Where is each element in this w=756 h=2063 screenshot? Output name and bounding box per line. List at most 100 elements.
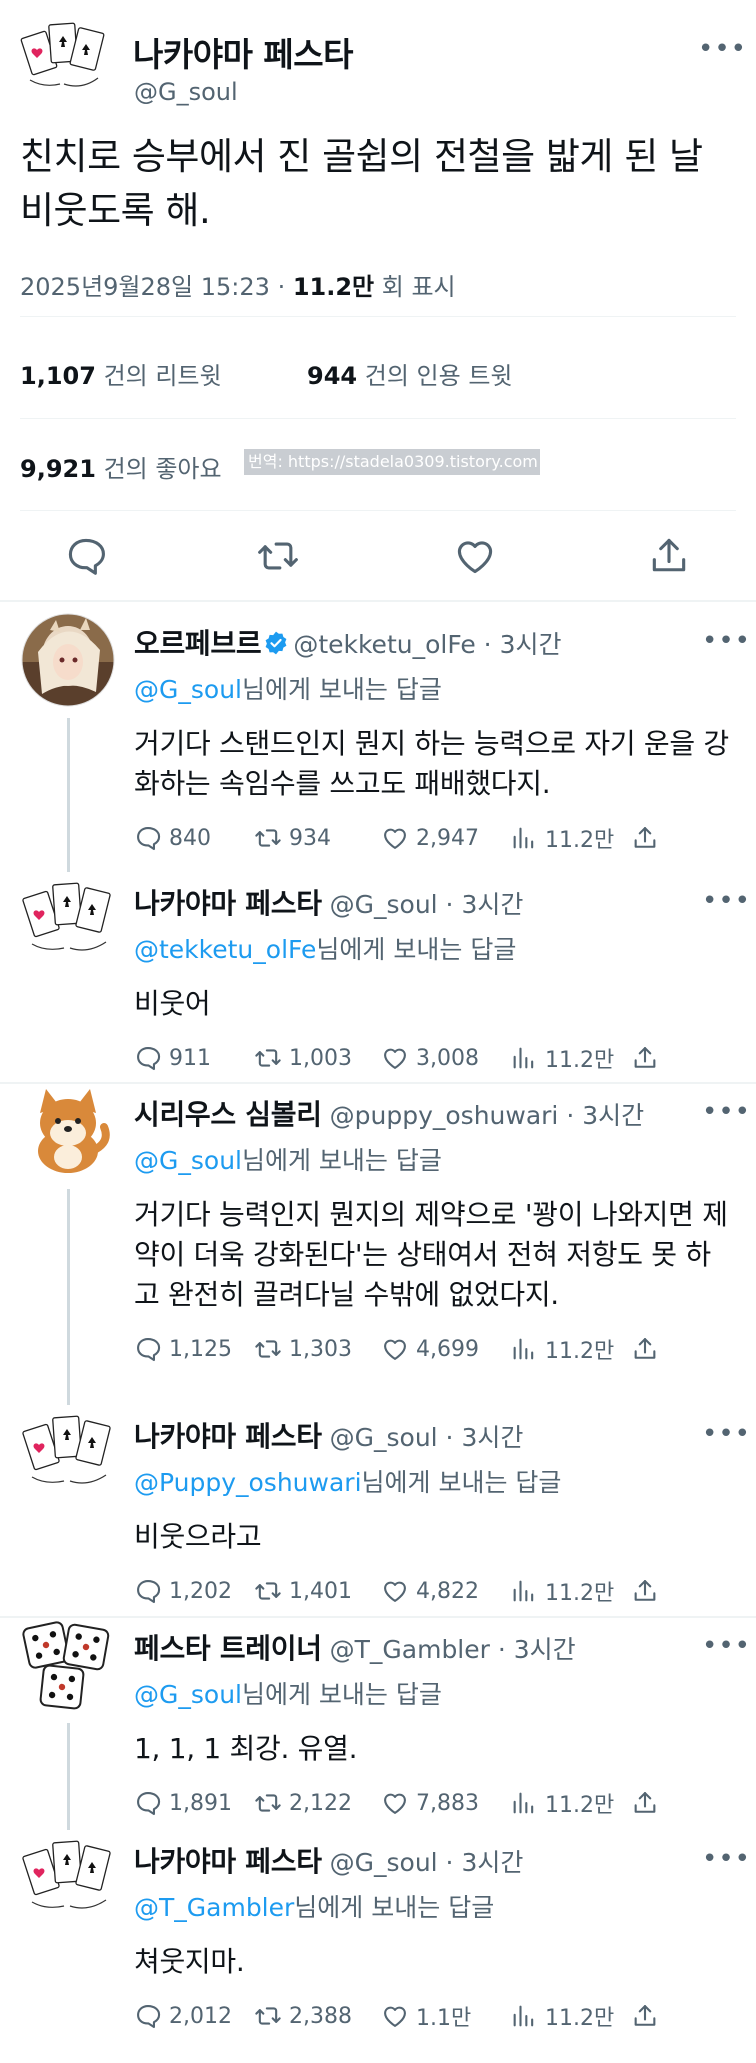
reply-author-handle[interactable]: @tekketu_olFe · 3시간 — [293, 630, 561, 659]
like-action[interactable]: 1.1만 — [381, 1996, 471, 2036]
like-stats[interactable]: 9,921 건의 좋아요 — [20, 449, 222, 484]
reply-author-name[interactable]: 나카야마 페스타 — [134, 887, 322, 920]
share-action[interactable] — [631, 1571, 666, 1611]
like-action[interactable]: 7,883 — [381, 1783, 479, 1823]
like-action[interactable]: 3,008 — [381, 1038, 479, 1078]
reply-author-name[interactable]: 페스타 트레이너 — [134, 1632, 322, 1665]
retweet-action[interactable]: 2,388 — [254, 1996, 352, 2036]
reply-action[interactable]: 840 — [134, 818, 211, 858]
like-icon[interactable] — [453, 534, 497, 578]
playing-cards-avatar[interactable] — [20, 872, 116, 968]
share-action[interactable] — [631, 1996, 666, 2036]
like-action[interactable]: 4,822 — [381, 1571, 479, 1611]
retweet-action[interactable]: 1,303 — [254, 1329, 352, 1369]
views-icon — [513, 1580, 534, 1602]
reply-author-handle[interactable]: @G_soul · 3시간 — [330, 890, 524, 919]
retweet-action[interactable]: 934 — [254, 818, 331, 858]
retweet-action[interactable]: 1,401 — [254, 1571, 352, 1611]
more-options-button[interactable]: ••• — [702, 1633, 751, 1659]
more-options-button[interactable]: ••• — [702, 628, 751, 654]
reply-action[interactable]: 911 — [134, 1038, 211, 1078]
reply-text: 거기다 능력인지 뭔지의 제약으로 '꽝이 나와지면 제약이 더욱 강화된다'는… — [134, 1198, 728, 1311]
share-action[interactable] — [631, 1329, 666, 1369]
like-count: 2,947 — [416, 825, 479, 851]
reply-author-handle[interactable]: @puppy_oshuwari · 3시간 — [330, 1101, 645, 1130]
share-icon[interactable] — [647, 534, 691, 578]
retweet-icon — [255, 829, 281, 847]
reply-icon — [137, 1338, 161, 1362]
more-options-button[interactable]: ••• — [698, 36, 747, 62]
views-count: 11.2만 — [545, 1581, 615, 1606]
more-options-button[interactable]: ••• — [702, 1846, 751, 1872]
share-action[interactable] — [631, 1038, 666, 1078]
share-icon — [634, 1792, 656, 1813]
playing-cards-avatar[interactable] — [20, 20, 108, 98]
like-count: 4,822 — [416, 1578, 479, 1604]
dice-avatar[interactable] — [20, 1617, 116, 1713]
views-action[interactable]: 11.2만 — [510, 1329, 614, 1369]
meta-separator: · — [277, 273, 293, 301]
views-action[interactable]: 11.2만 — [510, 1571, 614, 1611]
timestamp[interactable]: 2025년9월28일 15:23 — [20, 273, 270, 301]
share-action[interactable] — [631, 1783, 666, 1823]
reply-icon — [137, 827, 161, 851]
reply-action[interactable]: 1,891 — [134, 1783, 232, 1823]
section-separator — [0, 600, 756, 602]
reply-author-name[interactable]: 오르페브르 — [134, 627, 262, 660]
like-action[interactable]: 4,699 — [381, 1329, 479, 1369]
reply-action[interactable]: 1,125 — [134, 1329, 232, 1369]
mention-link[interactable]: @tekketu_olFe — [134, 935, 316, 964]
divider — [20, 510, 736, 511]
views-action[interactable]: 11.2만 — [510, 1783, 614, 1823]
reply-author-handle[interactable]: @G_soul · 3시간 — [330, 1423, 524, 1452]
mention-link[interactable]: @G_soul — [134, 1680, 242, 1709]
playing-cards-avatar[interactable] — [20, 1830, 116, 1926]
more-options-button[interactable]: ••• — [702, 888, 751, 914]
retweet-stat[interactable]: 1,107 건의 리트윗 — [20, 362, 222, 390]
reply-header: 페스타 트레이너 @T_Gambler · 3시간 — [134, 1627, 576, 1667]
author-handle[interactable]: @G_soul — [134, 78, 238, 106]
reply-context-suffix: 님에게 보내는 답글 — [294, 1893, 495, 1922]
reply-action[interactable]: 1,202 — [134, 1571, 232, 1611]
views-action[interactable]: 11.2만 — [510, 1996, 614, 2036]
views-action[interactable]: 11.2만 — [510, 1038, 614, 1078]
name-spacer — [322, 1848, 330, 1877]
views-count[interactable]: 11.2만 — [293, 273, 374, 301]
reply-icon[interactable] — [64, 534, 108, 578]
reply-author-name[interactable]: 나카야마 페스타 — [134, 1420, 322, 1453]
more-options-button[interactable]: ••• — [702, 1421, 751, 1447]
more-options-button[interactable]: ••• — [702, 1099, 751, 1125]
retweet-action[interactable]: 2,122 — [254, 1783, 352, 1823]
views-count: 11.2만 — [545, 2006, 615, 2031]
reply-author-handle[interactable]: @T_Gambler · 3시간 — [330, 1635, 576, 1664]
share-action[interactable] — [631, 818, 666, 858]
mention-link[interactable]: @G_soul — [134, 1146, 242, 1175]
like-action[interactable]: 2,947 — [381, 818, 479, 858]
mention-link[interactable]: @Puppy_oshuwari — [134, 1468, 362, 1497]
orfevre-avatar[interactable] — [20, 612, 116, 708]
retweet-icon — [255, 1049, 281, 1067]
playing-cards-avatar[interactable] — [20, 1405, 116, 1501]
reply-author-name[interactable]: 나카야마 페스타 — [134, 1845, 322, 1878]
reply-count: 1,891 — [169, 1790, 232, 1816]
retweet-action[interactable]: 1,003 — [254, 1038, 352, 1078]
reply-count: 2,012 — [169, 2003, 232, 2029]
reply-action[interactable]: 2,012 — [134, 1996, 232, 2036]
reply-count: 911 — [169, 1045, 211, 1071]
mention-link[interactable]: @G_soul — [134, 675, 242, 704]
reply-text: 1, 1, 1 최강. 유열. — [134, 1732, 358, 1765]
reply-action-bar: 911 1,003 3,008 11.2만 — [134, 1038, 734, 1078]
author-name[interactable]: 나카야마 페스타 — [133, 28, 354, 76]
reply-header: 나카야마 페스타 @G_soul · 3시간 — [134, 1840, 523, 1880]
retweet-icon[interactable] — [256, 534, 300, 578]
like-count: 3,008 — [416, 1045, 479, 1071]
thread-line — [67, 1189, 70, 1405]
reply-author-handle[interactable]: @G_soul · 3시간 — [330, 1848, 524, 1877]
shiba-dog-avatar[interactable] — [20, 1083, 116, 1179]
views-action[interactable]: 11.2만 — [510, 818, 614, 858]
mention-link[interactable]: @T_Gambler — [134, 1893, 294, 1922]
tweet-action-bar — [0, 528, 756, 588]
quote-stat[interactable]: 944 건의 인용 트윗 — [307, 356, 513, 391]
name-spacer — [322, 890, 330, 919]
reply-author-name[interactable]: 시리우스 심볼리 — [134, 1098, 322, 1131]
